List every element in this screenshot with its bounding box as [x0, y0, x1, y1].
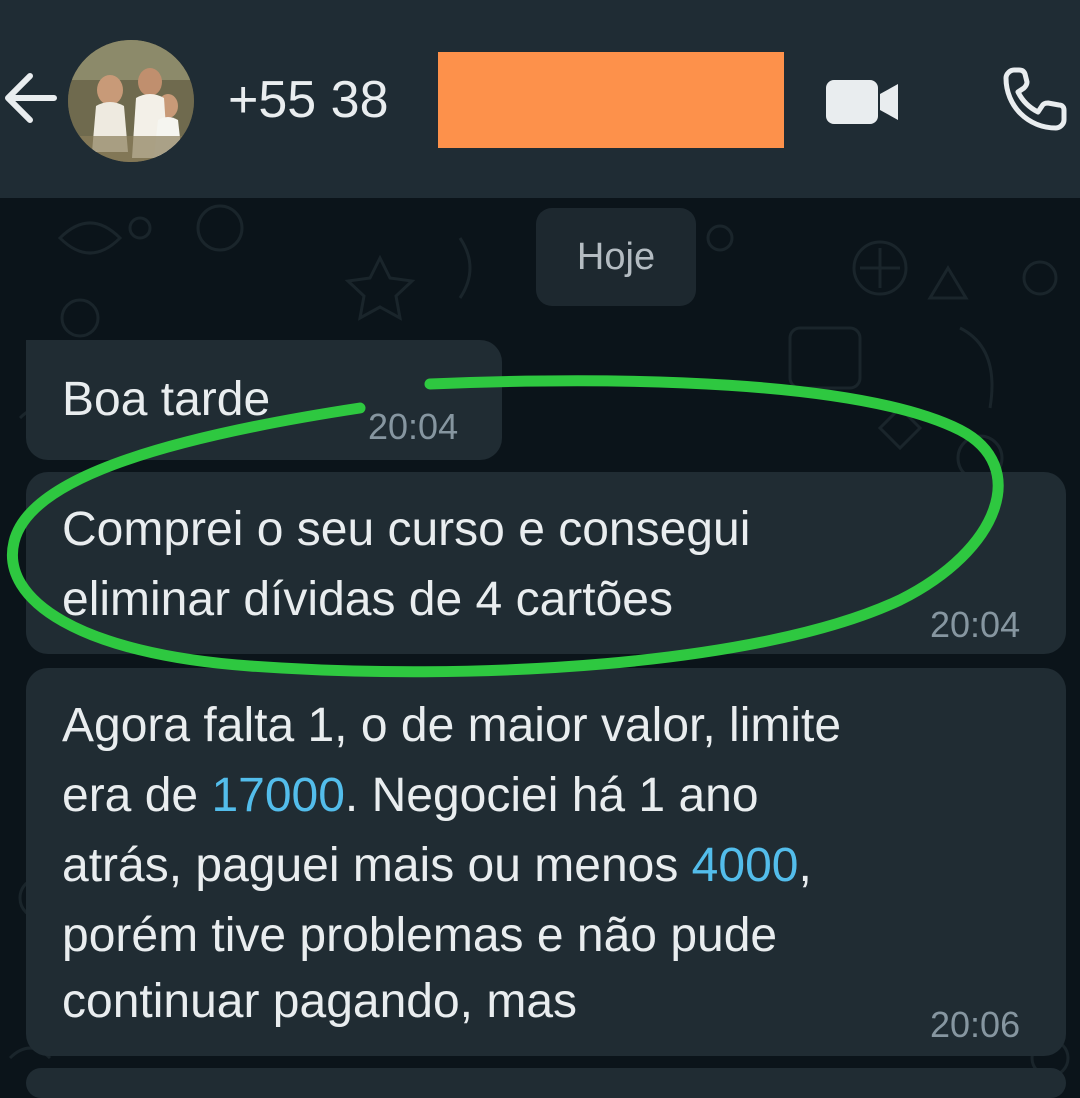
text-segment: era de: [62, 769, 212, 822]
contact-avatar[interactable]: [68, 40, 194, 162]
redaction-block: [438, 52, 784, 148]
message-text-line: eliminar dívidas de 4 cartões: [62, 573, 673, 626]
text-segment: ,: [798, 839, 812, 892]
message-text-line: continuar pagando, mas: [62, 975, 578, 1028]
message-time: 20:04: [930, 604, 1021, 645]
chat-header: +55 38: [0, 0, 1080, 198]
number-link[interactable]: 4000: [692, 839, 799, 892]
message-text: Boa tarde: [62, 373, 271, 426]
text-segment: . Negociei há 1 ano: [344, 769, 759, 822]
message-text-line: Agora falta 1, o de maior valor, limite: [62, 699, 842, 752]
contact-name[interactable]: +55 38: [228, 64, 389, 136]
message-bubble-partial[interactable]: [26, 1068, 1066, 1098]
text-segment: atrás, paguei mais ou menos: [62, 839, 692, 892]
arrow-left-icon[interactable]: [0, 62, 58, 134]
message-text-line: atrás, paguei mais ou menos 4000,: [62, 832, 812, 900]
message-text-line: era de 17000. Negociei há 1 ano: [62, 762, 759, 830]
message-time: 20:06: [930, 1004, 1021, 1045]
phone-icon[interactable]: [1000, 64, 1070, 134]
message-time: 20:04: [368, 406, 459, 447]
avatar-photo: [68, 40, 194, 162]
number-link[interactable]: 17000: [211, 769, 344, 822]
video-camera-icon[interactable]: [824, 76, 900, 128]
message-text-line: Comprei o seu curso e consegui: [62, 503, 751, 556]
date-chip: Hoje: [536, 208, 696, 306]
message-text-line: porém tive problemas e não pude: [62, 909, 778, 962]
